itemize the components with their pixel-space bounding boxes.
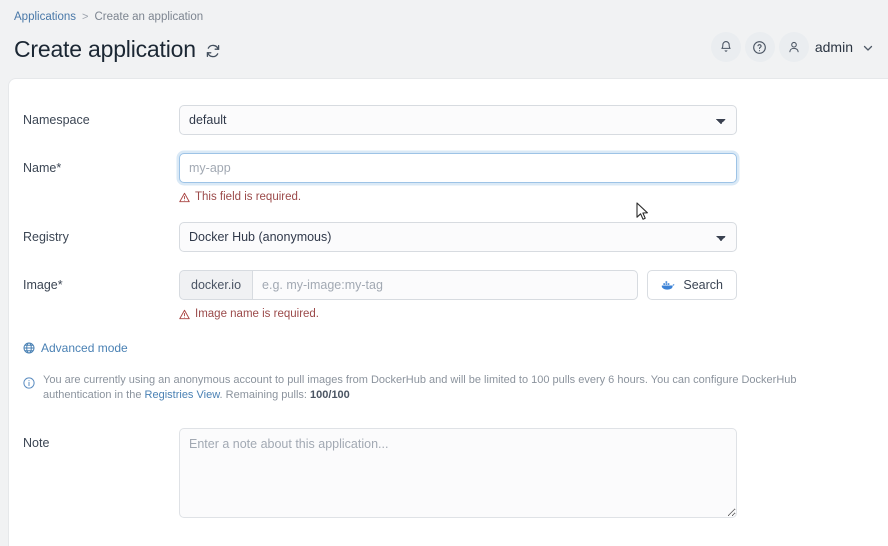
name-control: This field is required. bbox=[179, 153, 737, 204]
chevron-down-icon bbox=[862, 41, 874, 53]
search-button-label: Search bbox=[683, 278, 723, 292]
name-input[interactable] bbox=[179, 153, 737, 183]
help-button[interactable] bbox=[744, 32, 775, 62]
warning-triangle-icon bbox=[179, 192, 190, 203]
namespace-control: default bbox=[179, 105, 737, 135]
breadcrumb-current: Create an application bbox=[94, 11, 204, 23]
create-application-form: Namespace default Name* my-app This fiel… bbox=[9, 105, 888, 523]
breadcrumb-separator: > bbox=[82, 11, 89, 23]
field-row-namespace: Namespace default bbox=[23, 105, 874, 135]
field-row-note: Note bbox=[23, 428, 874, 523]
advanced-mode-toggle[interactable]: Advanced mode bbox=[23, 340, 128, 356]
note-control bbox=[179, 428, 737, 523]
header-actions: admin bbox=[710, 32, 874, 62]
anonymous-pull-info: You are currently using an anonymous acc… bbox=[23, 373, 874, 403]
page-title: Create application bbox=[14, 36, 196, 62]
image-input-row: docker.io e.g. my-image:my-tag Search bbox=[179, 270, 737, 300]
refresh-icon[interactable] bbox=[205, 43, 221, 59]
name-error-text: This field is required. bbox=[195, 191, 302, 203]
notifications-button[interactable] bbox=[710, 32, 741, 62]
search-button[interactable]: Search bbox=[647, 270, 737, 300]
info-circle-icon bbox=[23, 376, 35, 389]
image-error-message: Image name is required. bbox=[179, 307, 737, 321]
info-text-part2: . Remaining pulls: bbox=[219, 389, 307, 401]
breadcrumb: Applications > Create an application bbox=[14, 9, 874, 25]
field-row-image: Image* docker.io e.g. my-image:my-tag Se… bbox=[23, 270, 874, 321]
globe-icon bbox=[23, 342, 35, 354]
field-row-name: Name* This field is required. bbox=[23, 153, 874, 204]
image-label: Image* bbox=[23, 278, 63, 292]
help-circle-icon bbox=[753, 40, 767, 54]
breadcrumb-link-applications[interactable]: Applications bbox=[14, 9, 76, 25]
page-header: Applications > Create an application Cre… bbox=[0, 0, 888, 78]
namespace-label: Namespace bbox=[23, 113, 90, 127]
user-avatar-button[interactable] bbox=[778, 32, 809, 62]
image-control: docker.io e.g. my-image:my-tag Search Im… bbox=[179, 270, 737, 321]
docker-whale-icon bbox=[661, 279, 676, 292]
create-application-card: Namespace default Name* my-app This fiel… bbox=[8, 78, 888, 546]
image-registry-prefix: docker.io bbox=[179, 270, 253, 300]
name-label: Name* bbox=[23, 161, 62, 175]
note-textarea[interactable] bbox=[179, 428, 737, 518]
registry-control: Docker Hub (anonymous) bbox=[179, 222, 737, 252]
namespace-select[interactable]: default bbox=[179, 105, 737, 135]
note-label: Note bbox=[23, 436, 50, 450]
registry-label: Registry bbox=[23, 230, 69, 244]
remaining-pulls-value: 100/100 bbox=[310, 389, 350, 401]
advanced-mode-label: Advanced mode bbox=[41, 341, 128, 355]
name-error-message: This field is required. bbox=[179, 190, 737, 204]
registries-view-link[interactable]: Registries View bbox=[145, 389, 220, 401]
user-icon bbox=[789, 41, 799, 53]
user-menu[interactable]: admin bbox=[813, 39, 874, 55]
image-input-group: docker.io bbox=[179, 270, 639, 300]
field-row-registry: Registry Docker Hub (anonymous) bbox=[23, 222, 874, 252]
bell-icon bbox=[721, 41, 731, 52]
anonymous-pull-info-text: You are currently using an anonymous acc… bbox=[43, 373, 854, 403]
image-input[interactable] bbox=[252, 270, 639, 300]
image-error-text: Image name is required. bbox=[195, 308, 320, 320]
warning-triangle-icon bbox=[179, 309, 190, 320]
registry-select[interactable]: Docker Hub (anonymous) bbox=[179, 222, 737, 252]
user-name-label: admin bbox=[814, 39, 853, 55]
